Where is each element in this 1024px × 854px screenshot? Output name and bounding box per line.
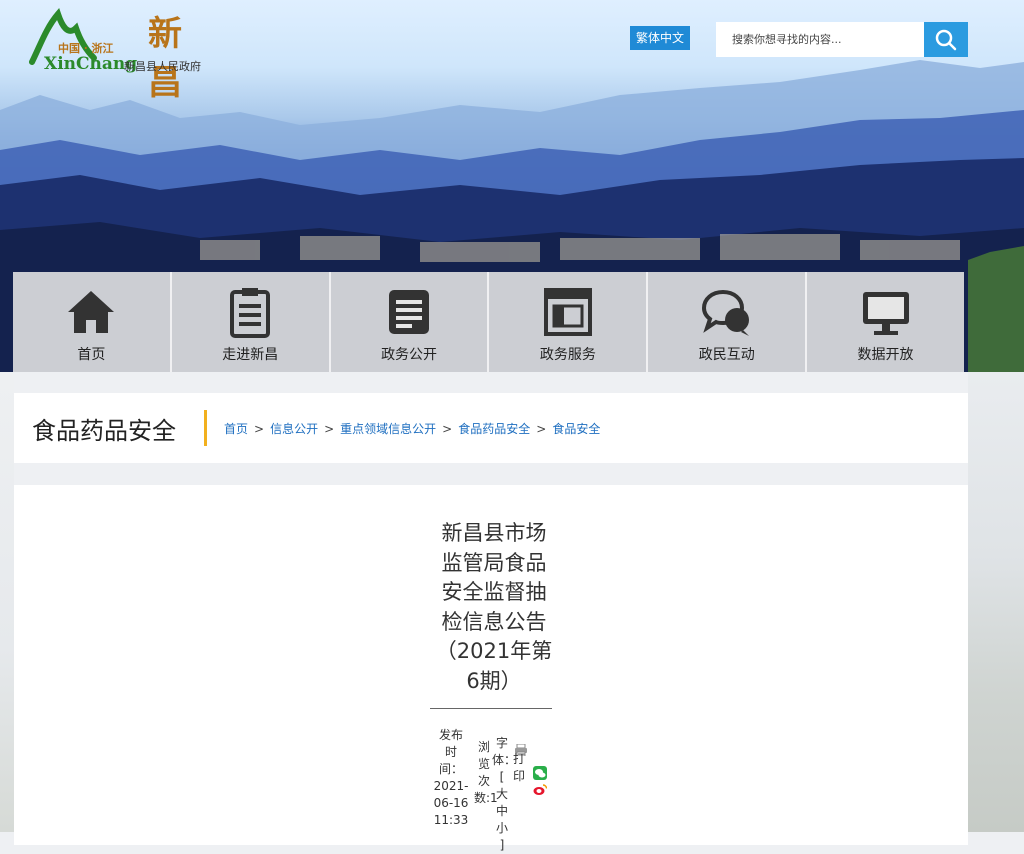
search-bar <box>716 22 968 57</box>
search-icon <box>935 29 957 51</box>
publish-time-text: 2021- <box>433 779 469 793</box>
breadcrumb-separator: > <box>324 422 335 436</box>
publish-time-text: 时 <box>444 745 457 759</box>
background-mist-left <box>0 372 14 832</box>
traditional-chinese-button[interactable]: 繁体中文 <box>630 26 690 50</box>
view-count-text: 数:1 <box>474 791 498 805</box>
weibo-icon <box>533 784 548 795</box>
logo-title-cn: 新昌 <box>148 14 184 103</box>
article-title-line: 新昌县市场 <box>441 521 547 545</box>
article-title: 新昌县市场 监管局食品 安全监督抽 检信息公告 （2021年第 6期） <box>434 519 554 696</box>
article-title-line: 检信息公告 <box>441 609 547 634</box>
breadcrumb-key-areas[interactable]: 重点领域信息公开 <box>340 422 436 436</box>
nav-item-about-xinchang[interactable]: 走进新昌 <box>171 272 331 372</box>
header-banner: 新昌 中国 · 浙江 XinChang 新昌县人民政府 繁体中文 首页 <box>0 0 1024 372</box>
article-title-line: 安全监督抽 <box>441 580 547 604</box>
breadcrumb: 首页 > 信息公开 > 重点领域信息公开 > 食品药品安全 > 食品安全 <box>224 420 600 437</box>
logo-gov-name: 新昌县人民政府 <box>124 60 201 73</box>
publish-time: 发布 时 间： 2021- 06-16 11:33 <box>428 727 474 829</box>
article-panel: 新昌县市场 监管局食品 安全监督抽 检信息公告 （2021年第 6期） 发布 时… <box>14 485 968 852</box>
nav-item-open-data[interactable]: 数据开放 <box>807 272 964 372</box>
background-mist-right <box>968 372 1024 832</box>
nav-label: 政民互动 <box>698 347 755 363</box>
publish-time-text: 间： <box>438 762 463 776</box>
font-size-small[interactable]: 小 ] <box>496 821 508 852</box>
nav-item-home[interactable]: 首页 <box>13 272 172 372</box>
publish-time-text: 发布 <box>438 728 463 742</box>
breadcrumb-separator: > <box>254 422 265 436</box>
font-size-selector: 字 体： [ 大 中 小 ] <box>492 735 517 854</box>
title-divider <box>204 410 207 446</box>
article-title-line: （2021年第 <box>435 639 553 663</box>
font-size-label: 体： <box>492 753 517 767</box>
print-label: 打 <box>512 752 525 766</box>
search-input[interactable] <box>716 22 932 57</box>
publish-time-text: 11:33 <box>433 813 469 827</box>
monitor-icon <box>862 292 909 335</box>
weibo-share[interactable] <box>533 781 548 800</box>
font-size-large[interactable]: [ 大 <box>496 770 508 801</box>
view-count-text: 览 <box>477 757 490 771</box>
document-icon <box>389 290 430 334</box>
service-icon <box>543 288 592 336</box>
title-divider-line <box>430 708 552 709</box>
breadcrumb-food-safety[interactable]: 食品安全 <box>552 422 600 436</box>
wechat-icon <box>533 766 547 780</box>
print-button[interactable]: 打 印 <box>512 751 526 785</box>
home-icon <box>68 291 115 333</box>
print-label: 印 <box>512 769 525 783</box>
publish-time-text: 06-16 <box>433 796 469 810</box>
breadcrumb-home[interactable]: 首页 <box>224 422 248 436</box>
nav-label: 政务服务 <box>539 347 596 363</box>
site-logo[interactable]: 新昌 中国 · 浙江 XinChang 新昌县人民政府 <box>28 6 218 103</box>
chat-bubbles-icon <box>701 289 749 336</box>
nav-label: 政务公开 <box>381 347 438 363</box>
breadcrumb-info-open[interactable]: 信息公开 <box>270 422 318 436</box>
breadcrumb-food-drug-safety[interactable]: 食品药品安全 <box>458 422 530 436</box>
font-size-medium[interactable]: 中 <box>496 804 508 818</box>
breadcrumb-separator: > <box>442 422 453 436</box>
clipboard-icon <box>230 288 271 338</box>
font-size-label: 字 <box>495 736 508 750</box>
nav-item-gov-services[interactable]: 政务服务 <box>489 272 649 372</box>
view-count-text: 次 <box>477 774 490 788</box>
section-header: 食品药品安全 首页 > 信息公开 > 重点领域信息公开 > 食品药品安全 > 食品安全 <box>14 393 968 463</box>
article-title-line: 6期） <box>466 668 522 693</box>
view-count: 浏 览 次 数:1 <box>474 739 498 807</box>
nav-label: 走进新昌 <box>222 347 279 363</box>
nav-item-citizen-interaction[interactable]: 政民互动 <box>648 272 808 372</box>
nav-label: 数据开放 <box>857 347 914 363</box>
nav-item-gov-affairs-open[interactable]: 政务公开 <box>330 272 490 372</box>
section-title: 食品药品安全 <box>32 417 176 445</box>
article-title-line: 监管局食品 <box>441 550 547 575</box>
main-nav: 首页 走进新昌 政务公开 政务服务 政民互动 数据开放 <box>13 272 964 372</box>
nav-label: 首页 <box>77 347 106 363</box>
breadcrumb-separator: > <box>536 422 547 436</box>
search-button[interactable] <box>924 22 968 57</box>
view-count-text: 浏 <box>477 740 490 754</box>
